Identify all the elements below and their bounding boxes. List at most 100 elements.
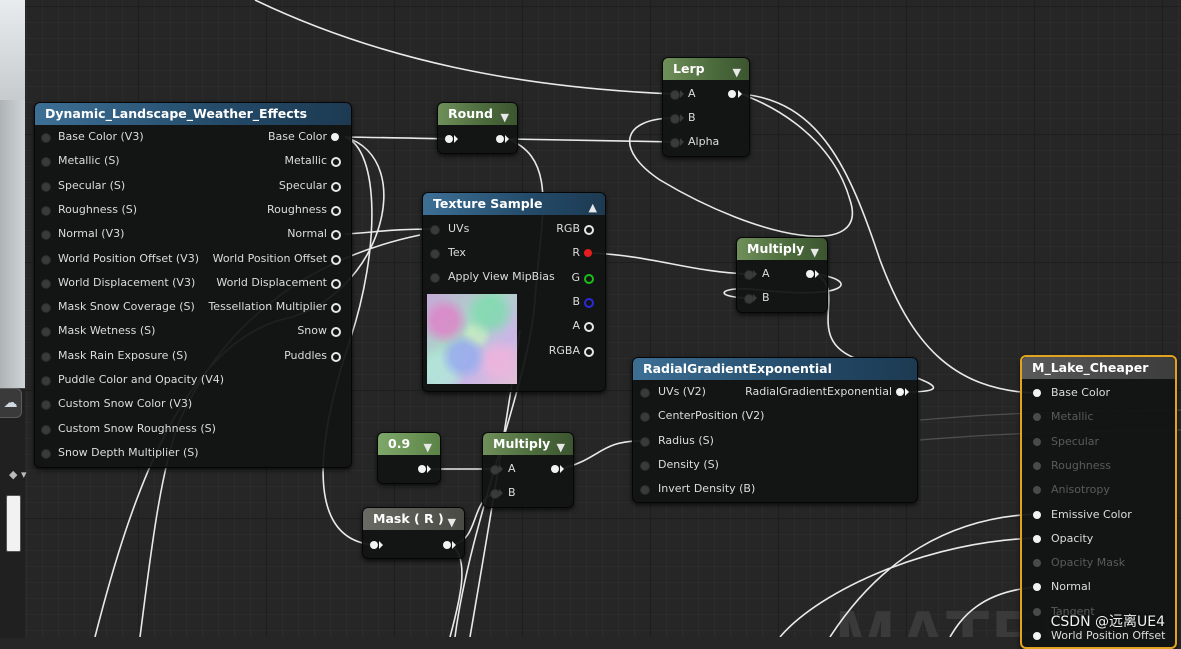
weather-node-title: Dynamic_Landscape_Weather_Effects: [35, 103, 351, 125]
constant-output-pin[interactable]: [418, 465, 426, 473]
lerp-input-pin[interactable]: [670, 114, 680, 124]
texture-preview-thumbnail: [427, 294, 517, 384]
weather-output-label: Tessellation Multiplier: [208, 300, 327, 314]
texture-input-pin[interactable]: [430, 273, 440, 283]
pin-arrow-icon: [499, 489, 503, 497]
weather-input-pin[interactable]: [41, 376, 51, 386]
lerp-input-pin[interactable]: [670, 90, 680, 100]
collapse-arrow-icon[interactable]: ▼: [424, 437, 432, 459]
result-input-label: Metallic: [1051, 410, 1094, 424]
radial-input-pin[interactable]: [640, 436, 650, 447]
result-input-pin[interactable]: [1033, 534, 1041, 543]
radial-input-pin[interactable]: [640, 460, 650, 471]
weather-output-label: Snow: [297, 324, 327, 338]
radial-input-label: Radius (S): [658, 433, 714, 447]
weather-input-label: Base Color (V3): [58, 130, 144, 143]
weather-input-pin[interactable]: [41, 254, 51, 265]
weather-output-label: World Displacement: [216, 275, 327, 289]
weather-output-pin[interactable]: [331, 278, 341, 289]
weather-output-label: Specular: [278, 178, 327, 192]
radial-output-pin[interactable]: [896, 388, 904, 396]
texture-output-pin[interactable]: [584, 297, 594, 308]
multiply-input-label: A: [508, 462, 516, 475]
mask-node[interactable]: Mask ( R ) ▼: [362, 507, 465, 559]
mask-node-title: Mask ( R ): [373, 511, 444, 526]
expand-arrow-icon[interactable]: ▲: [589, 197, 597, 219]
weather-input-label: World Position Offset (V3): [58, 251, 199, 265]
weather-input-pin[interactable]: [41, 205, 51, 216]
collapse-arrow-icon[interactable]: ▼: [733, 62, 741, 84]
result-input-label: Normal: [1051, 580, 1091, 594]
collapse-arrow-icon[interactable]: ▼: [448, 512, 456, 534]
result-input-pin[interactable]: [1033, 461, 1041, 470]
result-input-pin[interactable]: [1033, 510, 1041, 519]
result-input-label: Specular: [1051, 434, 1100, 448]
weather-input-pin[interactable]: [41, 133, 51, 143]
multiply-output-pin[interactable]: [806, 270, 814, 278]
pin-arrow-icon: [815, 270, 819, 278]
result-input-pin[interactable]: [1033, 632, 1041, 640]
radial-node-title: RadialGradientExponential: [633, 358, 917, 380]
texture-output-pin[interactable]: [584, 225, 594, 235]
weather-output-pin[interactable]: [331, 133, 339, 141]
weather-input-label: Specular (S): [58, 178, 126, 192]
weather-input-label: World Displacement (V3): [58, 275, 196, 289]
weather-input-pin[interactable]: [41, 278, 51, 289]
round-node-title: Round: [448, 106, 493, 121]
weather-input-pin[interactable]: [41, 448, 51, 459]
weather-output-pin[interactable]: [331, 254, 341, 265]
result-input-pin[interactable]: [1033, 437, 1041, 446]
collapse-arrow-icon[interactable]: ▼: [557, 437, 565, 459]
result-input-label: Base Color: [1051, 386, 1111, 399]
weather-output-label: World Position Offset: [212, 251, 327, 265]
radial-input-label: UVs (V2): [658, 385, 706, 398]
lerp-output-pin[interactable]: [728, 90, 736, 98]
mask-input-pin[interactable]: [370, 541, 378, 549]
collapse-arrow-icon[interactable]: ▼: [501, 107, 509, 129]
round-input-pin[interactable]: [445, 135, 453, 143]
round-node[interactable]: Round ▼: [437, 102, 518, 154]
weather-output-pin[interactable]: [331, 351, 341, 362]
weather-output-label: Metallic: [284, 154, 327, 168]
radial-input-pin[interactable]: [640, 388, 650, 398]
wire-emissive: [829, 513, 1041, 637]
lerp-input-label: B: [688, 111, 696, 124]
texture-input-pin[interactable]: [430, 249, 440, 259]
constant-node[interactable]: 0.9 ▼: [377, 432, 441, 484]
weather-output-pin[interactable]: [331, 181, 341, 192]
result-input-label: World Position Offset: [1051, 629, 1166, 642]
weather-input-label: Normal (V3): [58, 227, 125, 241]
texture-output-pin[interactable]: [584, 346, 594, 357]
radial-input-label: Density (S): [658, 457, 719, 471]
texture-input-label: Tex: [448, 246, 466, 259]
texture-output-pin[interactable]: [584, 273, 594, 284]
round-output-pin[interactable]: [496, 135, 504, 143]
lerp-input-label: Alpha: [688, 135, 720, 148]
multiply-output-pin[interactable]: [551, 465, 559, 473]
multiply-input-label: B: [508, 486, 516, 499]
texture-input-label: UVs: [448, 222, 470, 235]
radial-input-label: Invert Density (B): [658, 482, 756, 496]
mask-output-pin[interactable]: [443, 541, 451, 549]
texture-output-label: G: [571, 270, 580, 284]
result-input-pin[interactable]: [1033, 389, 1041, 397]
result-input-pin[interactable]: [1033, 607, 1041, 616]
wire-tex-r-mul-a: [589, 252, 749, 275]
weather-output-pin[interactable]: [331, 205, 341, 216]
texture-input-pin[interactable]: [430, 225, 440, 235]
lerp-node-title: Lerp: [673, 61, 705, 76]
lerp-input-pin[interactable]: [670, 138, 680, 148]
weather-input-label: Metallic (S): [58, 154, 120, 168]
result-input-label: Roughness: [1051, 458, 1112, 472]
wire-weather-round: [344, 136, 451, 140]
result-node-title: M_Lake_Cheaper: [1022, 357, 1175, 379]
weather-input-pin[interactable]: [41, 424, 51, 435]
result-input-label: Emissive Color: [1051, 507, 1132, 521]
weather-input-pin[interactable]: [41, 351, 51, 362]
radial-input-label: CenterPosition (V2): [658, 409, 765, 423]
pin-arrow-icon: [905, 388, 909, 396]
radial-gradient-node[interactable]: RadialGradientExponential: [632, 357, 918, 503]
collapse-arrow-icon[interactable]: ▼: [811, 242, 819, 264]
weather-input-pin[interactable]: [41, 181, 51, 192]
pin-arrow-icon: [505, 135, 509, 143]
